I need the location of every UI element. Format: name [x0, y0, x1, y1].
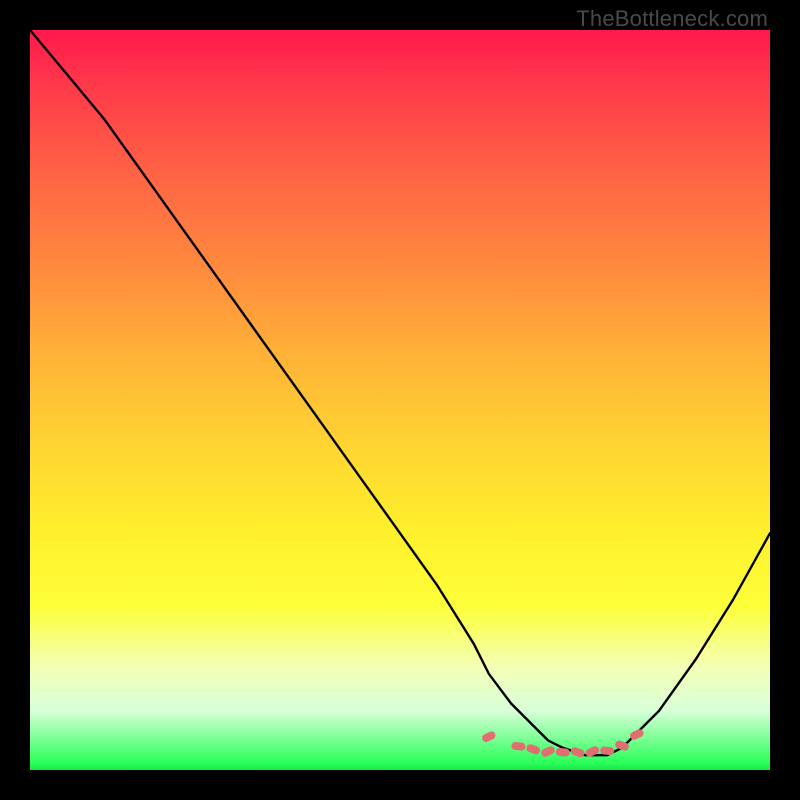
optimal-marker: [511, 742, 526, 751]
chart-frame: TheBottleneck.com: [0, 0, 800, 800]
optimal-marker: [540, 745, 556, 758]
optimal-markers: [481, 728, 645, 758]
optimal-marker: [570, 746, 586, 758]
optimal-marker: [525, 743, 541, 755]
plot-area: [30, 30, 770, 770]
watermark-text: TheBottleneck.com: [576, 6, 768, 32]
bottleneck-curve: [30, 30, 770, 755]
optimal-marker: [481, 730, 497, 743]
chart-svg: [30, 30, 770, 770]
